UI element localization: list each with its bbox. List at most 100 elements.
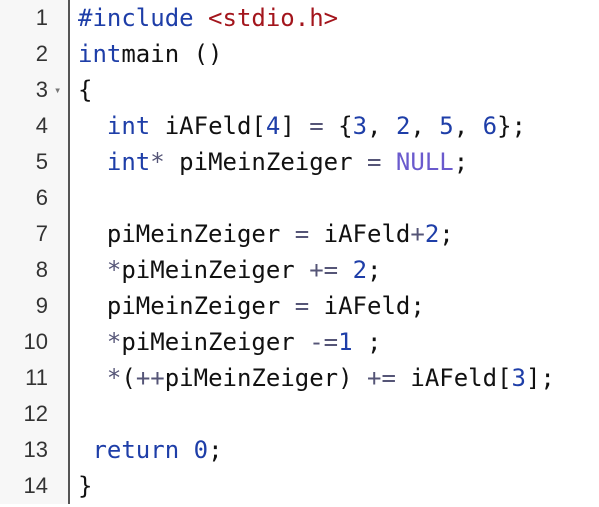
code-token: return bbox=[78, 436, 180, 464]
code-token: * bbox=[150, 148, 165, 176]
line-number: 4 bbox=[35, 113, 48, 138]
fold-toggle-icon[interactable]: ▾ bbox=[54, 72, 61, 108]
code-text: #include <stdio.h> bbox=[78, 4, 338, 32]
code-token: + bbox=[410, 220, 425, 248]
line-number: 5 bbox=[35, 149, 48, 174]
code-line[interactable]: 7 piMeinZeiger = iAFeld+2; bbox=[36, 216, 599, 252]
code-token: piMeinZeiger bbox=[164, 148, 368, 176]
code-token: = bbox=[294, 292, 310, 320]
code-token: * bbox=[106, 256, 122, 284]
code-token: piMeinZeiger) bbox=[164, 364, 368, 392]
code-token: <stdio.h> bbox=[208, 4, 339, 32]
code-token: { bbox=[323, 112, 353, 140]
code-token: ; bbox=[208, 436, 223, 464]
code-token: = bbox=[367, 148, 382, 176]
code-token: -= bbox=[309, 328, 339, 356]
code-text: piMeinZeiger = iAFeld+2; bbox=[78, 220, 454, 248]
code-token: ++ bbox=[135, 364, 165, 392]
line-number: 6 bbox=[35, 185, 48, 210]
line-number: 9 bbox=[35, 293, 48, 318]
code-text: { bbox=[78, 76, 92, 104]
code-token: int bbox=[78, 40, 122, 68]
code-line[interactable]: 11 *(++piMeinZeiger) += iAFeld[3]; bbox=[25, 360, 599, 396]
code-token: 6 bbox=[482, 112, 498, 140]
code-token: 4 bbox=[265, 112, 281, 140]
code-token: iAFeld[ bbox=[395, 364, 512, 392]
code-line[interactable]: 5 int* piMeinZeiger = NULL; bbox=[36, 144, 599, 180]
code-line[interactable]: 9 piMeinZeiger = iAFeld; bbox=[36, 288, 599, 324]
line-number: 3 bbox=[35, 77, 48, 102]
code-line[interactable]: 1 #include <stdio.h> bbox=[36, 0, 599, 36]
code-token: * bbox=[106, 328, 122, 356]
code-token: piMeinZeiger bbox=[78, 220, 295, 248]
line-number: 11 bbox=[25, 365, 48, 390]
code-line[interactable]: 3 ▾ { bbox=[36, 72, 599, 108]
code-token: 0 bbox=[193, 436, 209, 464]
code-token: int bbox=[106, 112, 151, 140]
code-token: ; bbox=[367, 256, 382, 284]
code-token: piMeinZeiger bbox=[121, 328, 310, 356]
code-text: *piMeinZeiger -=1 ; bbox=[78, 328, 382, 356]
line-number: 7 bbox=[35, 221, 48, 246]
code-area[interactable]: 1 #include <stdio.h> 2 intmain () 3 ▾{4 int i… bbox=[24, 0, 599, 504]
line-number: 2 bbox=[35, 41, 48, 66]
code-line[interactable]: 8 *piMeinZeiger += 2; bbox=[36, 252, 599, 288]
code-token: = bbox=[309, 112, 324, 140]
code-line[interactable]: 14} bbox=[24, 468, 599, 504]
code-line[interactable]: 6 bbox=[36, 180, 599, 216]
code-line[interactable]: 4 int iAFeld[4] = {3, 2, 5, 6}; bbox=[36, 108, 599, 144]
code-token: * bbox=[106, 364, 122, 392]
code-text: *piMeinZeiger += 2; bbox=[78, 256, 382, 284]
line-number: 10 bbox=[23, 329, 48, 354]
code-line[interactable]: 2 intmain () bbox=[36, 36, 599, 72]
code-token: #include bbox=[78, 4, 209, 32]
code-token: iAFeld; bbox=[309, 292, 425, 320]
line-number: 8 bbox=[35, 257, 48, 282]
code-token: iAFeld bbox=[309, 220, 411, 248]
code-line[interactable]: 10 *piMeinZeiger -=1 ; bbox=[24, 324, 599, 360]
code-token: ] bbox=[280, 112, 310, 140]
code-token: += bbox=[309, 256, 339, 284]
code-token: 5 bbox=[439, 112, 454, 140]
code-text: } bbox=[78, 472, 92, 500]
line-number: 1 bbox=[35, 5, 48, 30]
code-token: 2 bbox=[424, 220, 440, 248]
code-text: *(++piMeinZeiger) += iAFeld[3]; bbox=[78, 364, 555, 392]
code-text: int iAFeld[4] = {3, 2, 5, 6}; bbox=[78, 112, 526, 140]
code-token: ; bbox=[352, 328, 382, 356]
code-token: 3 bbox=[352, 112, 368, 140]
code-line[interactable]: 13 return 0; bbox=[24, 432, 599, 468]
line-number: 14 bbox=[23, 473, 48, 498]
code-token: ; bbox=[439, 220, 454, 248]
code-text: piMeinZeiger = iAFeld; bbox=[78, 292, 425, 320]
code-token: += bbox=[367, 364, 396, 392]
code-token: 1 bbox=[338, 328, 353, 356]
code-token: { bbox=[78, 76, 93, 104]
code-token: piMeinZeiger bbox=[121, 256, 310, 284]
code-token: 3 bbox=[511, 364, 526, 392]
code-line[interactable]: 12 bbox=[24, 396, 599, 432]
code-token: ]; bbox=[525, 364, 555, 392]
code-text: int* piMeinZeiger = NULL; bbox=[78, 148, 468, 176]
code-token: , bbox=[410, 112, 440, 140]
code-token: } bbox=[78, 472, 93, 500]
line-number: 12 bbox=[23, 401, 48, 426]
code-token: main () bbox=[121, 40, 223, 68]
code-token: iAFeld[ bbox=[150, 112, 266, 140]
code-token: = bbox=[294, 220, 310, 248]
code-token: 2 bbox=[395, 112, 411, 140]
code-token: piMeinZeiger bbox=[78, 292, 295, 320]
code-token: ; bbox=[453, 148, 469, 176]
code-text: return 0; bbox=[78, 436, 223, 464]
code-editor[interactable]: 1 #include <stdio.h> 2 intmain () 3 ▾{4 int i… bbox=[0, 0, 599, 504]
code-token: ( bbox=[121, 364, 136, 392]
code-token: , bbox=[453, 112, 483, 140]
